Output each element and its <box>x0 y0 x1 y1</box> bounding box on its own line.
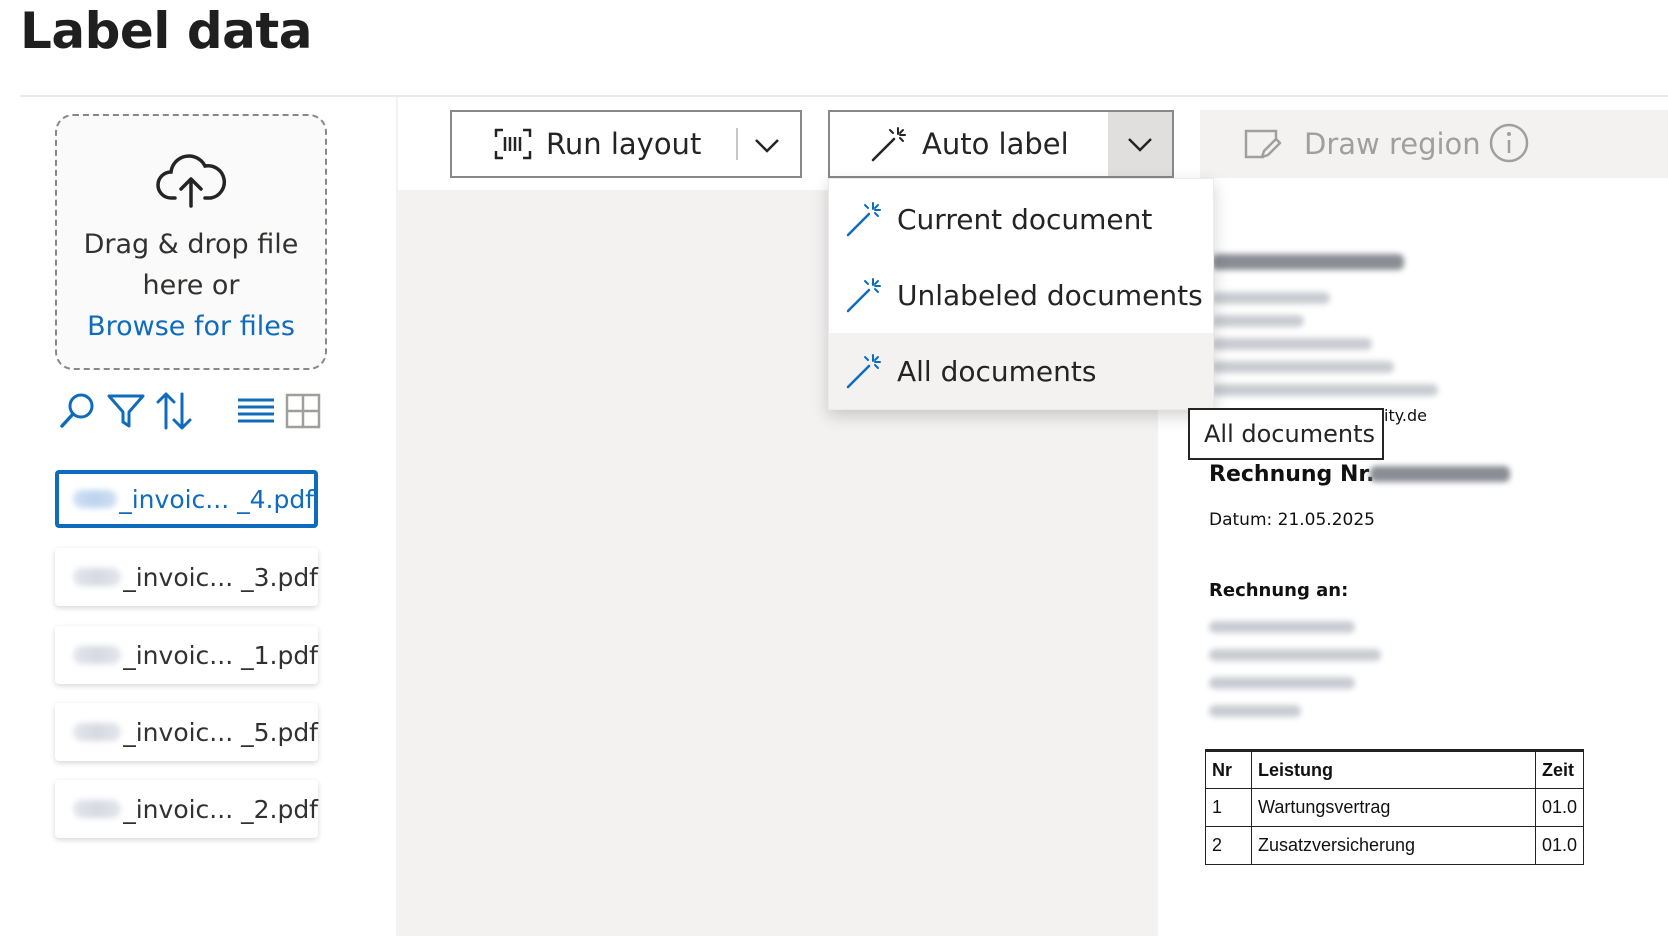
menu-item-current-document[interactable]: Current document <box>829 181 1213 257</box>
redacted-address-line <box>1212 361 1394 373</box>
doc-email-tail: ity.de <box>1384 406 1427 425</box>
table-header-cell: Zeit <box>1534 749 1585 789</box>
redacted-recipient-line <box>1209 677 1355 689</box>
sort-icon[interactable] <box>154 390 194 432</box>
barcode-scan-icon <box>494 128 532 160</box>
auto-label-dropdown-toggle[interactable] <box>1108 112 1172 176</box>
file-name: _invoic... _4.pdf <box>119 484 314 514</box>
table-cell: 01.0 <box>1534 788 1585 827</box>
redacted-address-line <box>1212 315 1304 327</box>
doc-invoice-number-label: Rechnung Nr. <box>1209 462 1375 487</box>
chevron-down-icon <box>1128 138 1152 152</box>
auto-label-label: Auto label <box>922 127 1069 161</box>
auto-label-menu: Current document Unlabeled documents All… <box>828 178 1214 410</box>
menu-item-label: All documents <box>897 354 1097 388</box>
redacted-company-name <box>1212 254 1404 270</box>
menu-item-unlabeled-documents[interactable]: Unlabeled documents <box>829 257 1213 333</box>
table-row: 2 Zusatzversicherung 01.0 <box>1205 826 1585 865</box>
file-name: _invoic... _1.pdf <box>123 640 318 670</box>
magic-wand-icon <box>846 278 881 313</box>
upload-dropzone[interactable]: Drag & drop file here or Browse for file… <box>55 114 327 370</box>
redacted-prefix <box>73 723 122 741</box>
draw-region-button[interactable]: Draw region <box>1200 110 1668 178</box>
table-cell: Wartungsvertrag <box>1251 788 1536 827</box>
file-list-item[interactable]: _invoic... _5.pdf <box>55 703 318 761</box>
dropzone-text-line1: Drag & drop file <box>83 229 299 260</box>
redacted-address-line <box>1212 292 1330 304</box>
file-list-item[interactable]: _invoic... _1.pdf <box>55 626 318 684</box>
file-name: _invoic... _3.pdf <box>123 562 318 592</box>
run-layout-button[interactable]: Run layout <box>450 110 802 178</box>
redacted-invoice-number <box>1370 466 1510 482</box>
file-list-item[interactable]: _invoic... _2.pdf <box>55 780 318 838</box>
auto-label-button[interactable]: Auto label <box>828 110 1174 178</box>
chevron-down-icon[interactable] <box>752 130 782 160</box>
dropzone-text-line2: here or <box>142 270 240 301</box>
file-name: _invoic... _2.pdf <box>123 794 318 824</box>
list-view-icon[interactable] <box>236 390 276 432</box>
info-icon[interactable] <box>1488 122 1530 164</box>
magic-wand-icon <box>846 354 881 389</box>
table-cell: 2 <box>1205 826 1252 865</box>
table-cell: 1 <box>1205 788 1252 827</box>
table-row: 1 Wartungsvertrag 01.0 <box>1205 788 1585 827</box>
redacted-prefix <box>73 800 122 818</box>
menu-item-label: Unlabeled documents <box>897 278 1203 312</box>
run-layout-label: Run layout <box>546 127 702 161</box>
table-cell: 01.0 <box>1534 826 1585 865</box>
redacted-address-line <box>1212 338 1372 350</box>
redacted-recipient-line <box>1209 621 1355 633</box>
tooltip: All documents <box>1188 408 1384 460</box>
file-list-item[interactable]: _invoic... _3.pdf <box>55 548 318 606</box>
draw-region-icon <box>1244 129 1282 159</box>
redacted-recipient-line <box>1209 649 1381 661</box>
magic-wand-icon <box>846 202 881 237</box>
file-list-item[interactable]: _invoic... _4.pdf <box>55 470 318 528</box>
menu-item-all-documents[interactable]: All documents <box>829 333 1213 409</box>
cloud-upload-icon <box>156 154 227 208</box>
table-cell: Zusatzversicherung <box>1251 826 1536 865</box>
search-icon[interactable] <box>58 390 98 432</box>
doc-line-items-table: Nr Leistung Zeit 1 Wartungsvertrag 01.0 … <box>1205 749 1585 865</box>
table-header-cell: Leistung <box>1251 749 1536 789</box>
split-divider <box>736 128 738 160</box>
redacted-prefix <box>73 490 118 508</box>
redacted-prefix <box>73 646 122 664</box>
file-name: _invoic... _5.pdf <box>123 717 318 747</box>
doc-date: Datum: 21.05.2025 <box>1209 510 1375 530</box>
grid-view-icon[interactable] <box>284 390 324 432</box>
magic-wand-icon <box>871 127 906 162</box>
doc-bill-to: Rechnung an: <box>1209 580 1349 601</box>
redacted-address-line <box>1212 384 1438 396</box>
filter-icon[interactable] <box>106 390 146 432</box>
browse-files-link[interactable]: Browse for files <box>57 306 325 347</box>
menu-item-label: Current document <box>897 202 1153 236</box>
redacted-recipient-line <box>1209 705 1301 717</box>
redacted-prefix <box>73 568 122 586</box>
page-title: Label data <box>20 2 313 60</box>
draw-region-label: Draw region <box>1304 127 1481 161</box>
table-header-cell: Nr <box>1205 749 1252 789</box>
